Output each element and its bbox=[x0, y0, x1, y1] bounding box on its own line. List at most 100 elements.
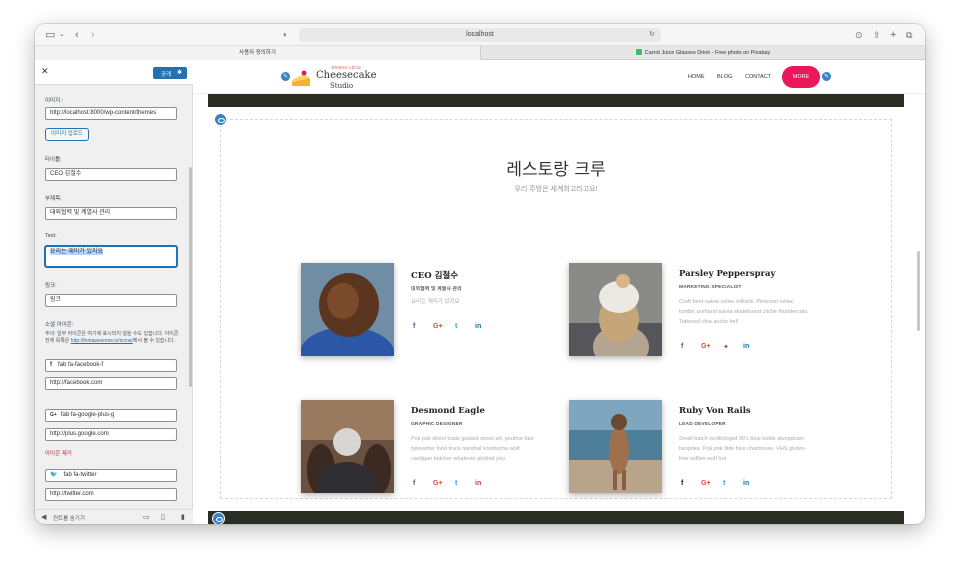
member-name: Parsley Pepperspray bbox=[679, 269, 776, 279]
sidebar-toggle-icon[interactable]: ▭ bbox=[45, 28, 55, 42]
cheesecake-logo-icon bbox=[292, 70, 310, 86]
tab-customizer[interactable]: 사용자 정의하기 bbox=[35, 46, 480, 60]
google-icon-class: fab fa-google-plus-g bbox=[60, 412, 115, 418]
tab-overview-icon[interactable]: ⧉ bbox=[906, 28, 912, 42]
social-icons-label: 소셜 아이콘: bbox=[45, 322, 74, 328]
text-textarea[interactable]: 요리는 재미가 있지요 bbox=[45, 246, 177, 267]
member-photo-image bbox=[301, 400, 394, 493]
eye-icon[interactable] bbox=[212, 512, 225, 524]
link-input[interactable]: 링크 bbox=[45, 294, 177, 307]
twitter-url-input[interactable]: http://twitter.com bbox=[45, 488, 177, 501]
customizer-header: ✕ 공개 ✱ bbox=[35, 61, 193, 85]
nav-contact[interactable]: CONTACT bbox=[745, 74, 771, 80]
member-role: GRAPHIC DESIGNER bbox=[411, 422, 463, 427]
more-button[interactable]: MORE bbox=[782, 66, 820, 88]
tab-bar: 사용자 정의하기 Carrot Juice Glasses Drink - Fr… bbox=[35, 46, 925, 60]
close-icon[interactable]: ✕ bbox=[41, 66, 49, 77]
member-photo-image bbox=[301, 263, 394, 356]
tab-pixabay[interactable]: Carrot Juice Glasses Drink - Free photo … bbox=[480, 46, 925, 60]
member-name: Desmond Eagle bbox=[411, 406, 485, 416]
title-input[interactable]: CEO 김철수 bbox=[45, 168, 177, 181]
fontawesome-link[interactable]: http://fontawesome.io/icons/ bbox=[71, 338, 133, 344]
twitter-icon[interactable]: t bbox=[723, 480, 725, 487]
mobile-preview-icon[interactable]: ▮ bbox=[181, 513, 185, 521]
gear-icon[interactable]: ✱ bbox=[177, 69, 182, 76]
link-label: 링크: bbox=[45, 283, 57, 289]
facebook-icon[interactable]: f bbox=[413, 480, 415, 487]
facebook-icon-class: fab fa-facebook-f bbox=[58, 362, 104, 368]
social-note-text-end: 에서 볼 수 있습니다. bbox=[132, 338, 176, 344]
facebook-icon[interactable]: f bbox=[413, 323, 415, 330]
forward-icon[interactable]: › bbox=[91, 28, 95, 42]
tablet-preview-icon[interactable]: ▯ bbox=[161, 513, 165, 521]
image-label: 이미지 : bbox=[45, 98, 64, 104]
address-bar[interactable]: localhost bbox=[299, 28, 661, 42]
desktop-preview-icon[interactable]: ▭ bbox=[143, 513, 150, 521]
google-plus-icon[interactable]: G+ bbox=[701, 343, 711, 350]
member-name: Ruby Von Rails bbox=[679, 406, 751, 416]
logo-name[interactable]: Cheesecake bbox=[316, 70, 377, 81]
nav-home[interactable]: HOME bbox=[688, 74, 705, 80]
linkedin-icon[interactable]: in bbox=[475, 323, 481, 330]
eye-icon[interactable] bbox=[214, 113, 227, 126]
new-tab-icon[interactable]: + bbox=[890, 28, 896, 42]
browser-window: ▭ ⌄ ‹ › ◐ localhost ↻ ⊙ ⇪ + ⧉ 사용자 정의하기 C… bbox=[35, 24, 925, 524]
section-title: 레스토랑 크루 bbox=[506, 160, 606, 180]
facebook-icon: f bbox=[50, 362, 52, 368]
member-desc: Small batch vexillologist 90's blue bott… bbox=[679, 436, 806, 462]
twitter-icon-class: fab fa-twitter bbox=[63, 472, 97, 478]
facebook-icon[interactable]: f bbox=[681, 480, 683, 487]
logo-sub[interactable]: Studio bbox=[330, 82, 353, 90]
customizer-footer: ◀ 컨트롤 숨기기 ▭ ▯ ▮ bbox=[35, 509, 193, 524]
upload-image-button[interactable]: 이미지 업로드 bbox=[45, 128, 89, 141]
share-icon[interactable]: ⇪ bbox=[873, 28, 881, 42]
facebook-url-input[interactable]: http://facebook.com bbox=[45, 377, 177, 390]
google-plus-icon[interactable]: G+ bbox=[433, 323, 443, 330]
member-desc: Craft beer salvia celiac mlkshk. Pintere… bbox=[679, 299, 809, 325]
reload-icon[interactable]: ↻ bbox=[649, 28, 655, 42]
member-photo bbox=[569, 263, 662, 356]
preview-scrollbar[interactable] bbox=[917, 251, 920, 331]
google-plus-icon[interactable]: G+ bbox=[433, 480, 443, 487]
social-note: 주의: 일부 아이콘은 여기에 표시되지 않을 수도 있습니다. 아이콘 전체 … bbox=[45, 331, 179, 345]
edit-menu-pencil-icon[interactable]: ✎ bbox=[821, 71, 832, 82]
twitter-icon[interactable]: t bbox=[455, 480, 457, 487]
back-icon[interactable]: ‹ bbox=[75, 28, 79, 42]
publish-button[interactable]: 공개 ✱ bbox=[153, 67, 187, 79]
nav-blog[interactable]: BLOG bbox=[717, 74, 732, 80]
instagram-icon[interactable]: in bbox=[475, 480, 481, 487]
pinterest-icon[interactable]: ✦ bbox=[723, 343, 729, 351]
text-label: Text: bbox=[45, 233, 57, 239]
shield-icon[interactable]: ◐ bbox=[283, 28, 288, 42]
chevron-down-icon[interactable]: ⌄ bbox=[59, 28, 65, 42]
linkedin-icon[interactable]: in bbox=[743, 480, 749, 487]
google-icon-input[interactable]: G+ fab fa-google-plus-g bbox=[45, 409, 177, 422]
twitter-icon: 🐦 bbox=[50, 472, 58, 478]
member-photo bbox=[569, 400, 662, 493]
remove-icon-link[interactable]: 아이콘 제거 bbox=[45, 449, 72, 457]
member-photo-image bbox=[569, 263, 662, 356]
title-label: 타이틀: bbox=[45, 157, 62, 163]
google-url-input[interactable]: http://plus.google.com bbox=[45, 428, 177, 441]
twitter-icon-input[interactable]: 🐦 fab fa-twitter bbox=[45, 469, 177, 482]
subtitle-label: 부제목: bbox=[45, 196, 62, 202]
facebook-icon[interactable]: f bbox=[681, 343, 683, 350]
download-icon[interactable]: ⊙ bbox=[855, 28, 863, 42]
hide-controls-label[interactable]: 컨트롤 숨기기 bbox=[53, 514, 85, 522]
pixabay-favicon-icon bbox=[635, 49, 642, 55]
subtitle-input[interactable]: 대외협력 및 계열사 관리 bbox=[45, 207, 177, 220]
google-plus-icon[interactable]: G+ bbox=[701, 480, 711, 487]
linkedin-icon[interactable]: in bbox=[743, 343, 749, 350]
selected-text: 요리는 재미가 있지요 bbox=[50, 249, 104, 255]
panel-scrollbar[interactable] bbox=[189, 167, 192, 387]
facebook-icon-input[interactable]: f fab fa-facebook-f bbox=[45, 359, 177, 372]
collapse-icon[interactable]: ◀ bbox=[41, 513, 46, 521]
tab-pixabay-label: Carrot Juice Glasses Drink - Free photo … bbox=[644, 50, 771, 56]
footer-image-strip bbox=[208, 511, 904, 524]
publish-label: 공개 bbox=[161, 72, 172, 78]
member-desc: 요리는 재미가 있지요 bbox=[411, 299, 460, 305]
hero-image-strip bbox=[208, 94, 904, 107]
twitter-icon[interactable]: t bbox=[455, 323, 457, 330]
image-url-input[interactable]: http://localhost:8000/wp-content/themes bbox=[45, 107, 177, 120]
member-photo-image bbox=[569, 400, 662, 493]
